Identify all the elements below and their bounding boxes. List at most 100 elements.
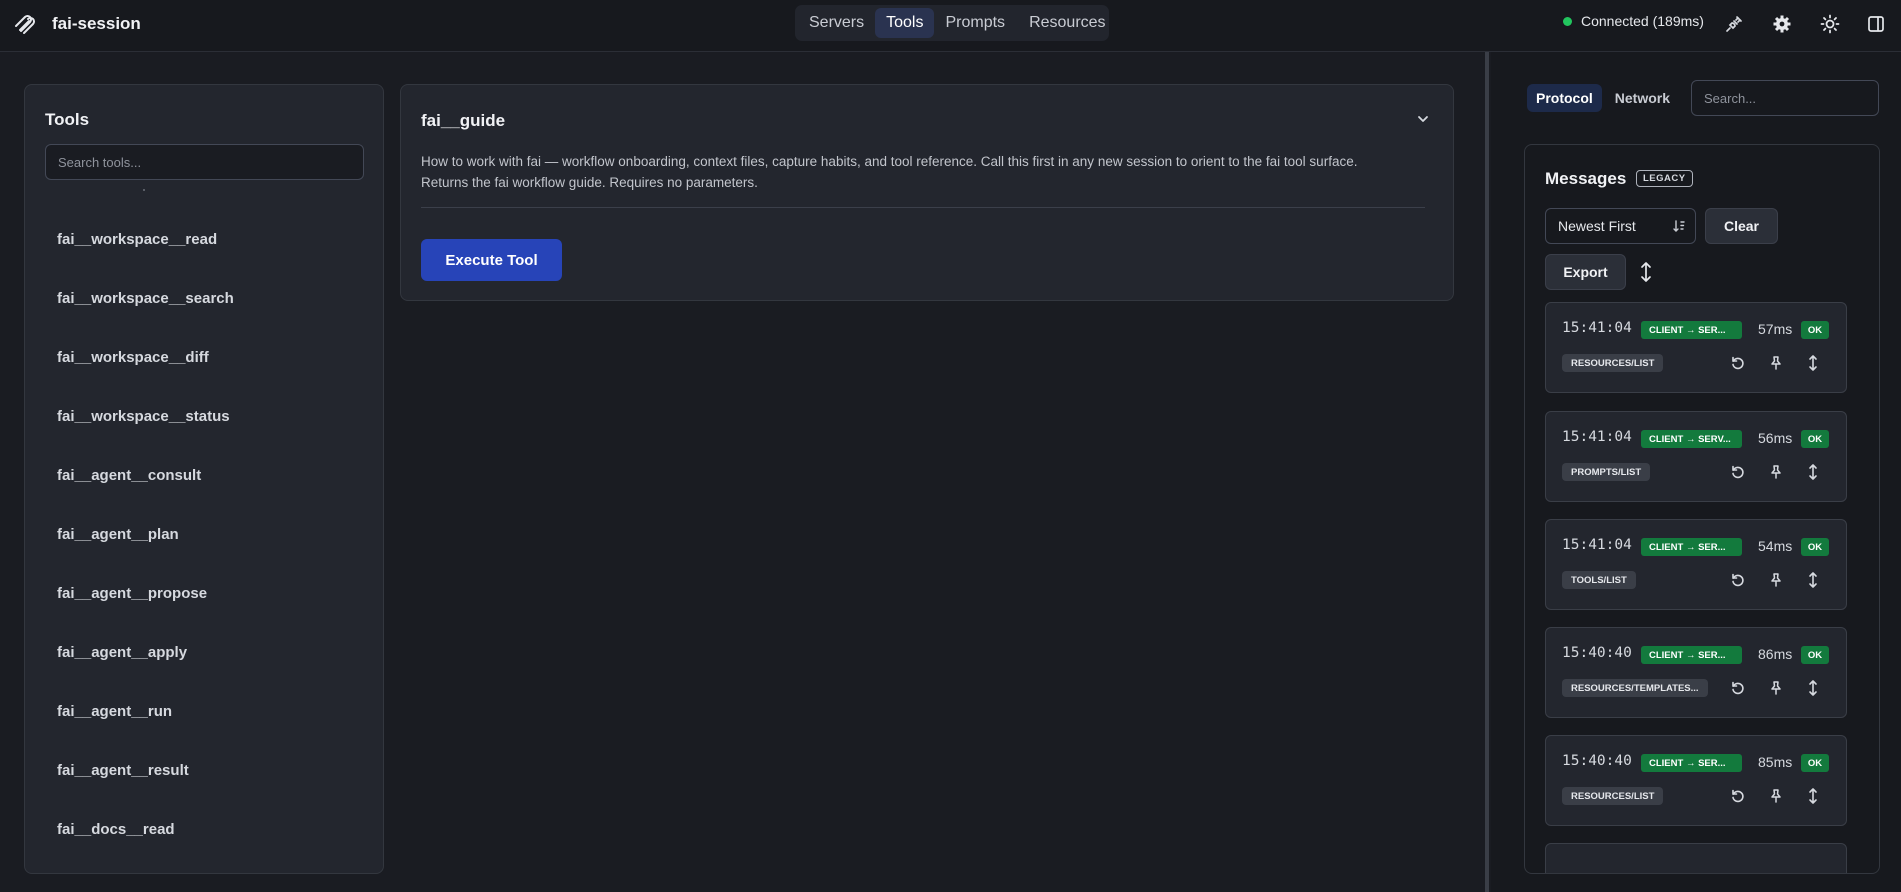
expand-icon[interactable] <box>1804 679 1822 697</box>
message-time: 15:40:40 <box>1562 753 1632 769</box>
sun-icon[interactable] <box>1816 10 1844 38</box>
messages-search-input[interactable] <box>1691 80 1879 116</box>
tab-servers[interactable]: Servers <box>798 8 875 38</box>
sort-icon <box>1673 220 1685 232</box>
messages-title: Messages <box>1545 169 1627 188</box>
sidebar-toggle-icon[interactable] <box>1862 10 1890 38</box>
status-dot <box>1563 16 1572 26</box>
sort-order-select[interactable]: Newest First <box>1545 208 1696 244</box>
message-card[interactable]: 15:40:40 CLIENT → SER... 85ms OK RESOURC… <box>1545 735 1847 826</box>
latency: 86ms <box>1758 646 1793 662</box>
tool-description-line: How to work with fai — workflow onboardi… <box>421 154 1358 169</box>
tab-tools[interactable]: Tools <box>875 8 935 38</box>
legacy-badge: LEGACY <box>1636 170 1693 187</box>
chevron-down-icon[interactable] <box>1415 111 1431 127</box>
pin-icon[interactable] <box>1767 679 1785 697</box>
method-badge: RESOURCES/TEMPLATES... <box>1562 679 1708 697</box>
tab-prompts[interactable]: Prompts <box>934 8 1016 38</box>
replay-icon[interactable] <box>1729 679 1747 697</box>
direction-badge: CLIENT → SER... <box>1641 646 1742 664</box>
message-card-partial[interactable] <box>1545 843 1847 873</box>
messages-panel: Messages LEGACY Newest First Clear Expor… <box>1524 144 1880 874</box>
connection-status: Connected (189ms) <box>1563 13 1704 29</box>
tool-item-agent-apply[interactable]: fai__agent__apply <box>25 623 383 682</box>
replay-icon[interactable] <box>1729 463 1747 481</box>
status-badge: OK <box>1801 430 1829 448</box>
latency: 85ms <box>1758 754 1793 770</box>
paperclip-logo-icon <box>10 9 40 39</box>
tab-resources[interactable]: Resources <box>1018 8 1116 38</box>
tools-panel-title: Tools <box>45 110 90 129</box>
right-panel-tabs: Protocol Network <box>1527 84 1679 112</box>
tool-list: fai__workspace__read fai__workspace__sea… <box>25 210 383 859</box>
tool-description-line: Returns the fai workflow guide. Requires… <box>421 175 758 190</box>
brand: fai-session <box>10 9 141 39</box>
latency: 57ms <box>1758 321 1793 337</box>
pin-icon[interactable] <box>1767 354 1785 372</box>
plug-icon[interactable] <box>1720 10 1748 38</box>
tool-item-docs-read[interactable]: fai__docs__read <box>25 800 383 859</box>
pin-icon[interactable] <box>1767 463 1785 481</box>
direction-badge: CLIENT → SER... <box>1641 538 1742 556</box>
app-name: fai-session <box>52 14 141 33</box>
message-time: 15:41:04 <box>1562 320 1632 336</box>
message-card[interactable]: 15:40:40 CLIENT → SER... 86ms OK RESOURC… <box>1545 627 1847 718</box>
message-card[interactable]: 15:41:04 CLIENT → SER... 54ms OK TOOLS/L… <box>1545 519 1847 610</box>
panel-resize-handle[interactable] <box>1485 52 1489 892</box>
latency: 54ms <box>1758 538 1793 554</box>
method-badge: TOOLS/LIST <box>1562 571 1636 589</box>
tool-item-agent-result[interactable]: fai__agent__result <box>25 741 383 800</box>
message-time: 15:41:04 <box>1562 537 1632 553</box>
expand-icon[interactable] <box>1804 463 1822 481</box>
message-time: 15:41:04 <box>1562 429 1632 445</box>
status-badge: OK <box>1801 321 1829 339</box>
method-badge: RESOURCES/LIST <box>1562 354 1664 372</box>
tab-protocol[interactable]: Protocol <box>1527 84 1602 112</box>
tool-detail-title: fai__guide <box>421 111 506 130</box>
top-bar: fai-session Servers Tools Prompts Resour… <box>0 0 1901 52</box>
tab-network[interactable]: Network <box>1606 84 1679 112</box>
message-time: 15:40:40 <box>1562 645 1632 661</box>
divider <box>421 207 1425 208</box>
export-button[interactable]: Export <box>1545 254 1626 290</box>
tool-item-workspace-search[interactable]: fai__workspace__search <box>25 269 383 328</box>
pin-icon[interactable] <box>1767 571 1785 589</box>
pin-icon[interactable] <box>1767 787 1785 805</box>
message-card[interactable]: 15:41:04 CLIENT → SERV... 56ms OK PROMPT… <box>1545 411 1847 502</box>
tool-item-agent-plan[interactable]: fai__agent__plan <box>25 505 383 564</box>
expand-all-icon[interactable] <box>1637 261 1655 283</box>
main-nav-tabs: Servers Tools Prompts Resources <box>795 5 1109 41</box>
message-card[interactable]: 15:41:04 CLIENT → SER... 57ms OK RESOURC… <box>1545 302 1847 393</box>
connection-status-text: Connected (189ms) <box>1581 13 1704 29</box>
latency: 56ms <box>1758 430 1793 446</box>
expand-icon[interactable] <box>1804 354 1822 372</box>
status-badge: OK <box>1801 754 1829 772</box>
replay-icon[interactable] <box>1729 354 1747 372</box>
direction-badge: CLIENT → SER... <box>1641 754 1742 772</box>
gear-icon[interactable] <box>1768 10 1796 38</box>
tool-description: How to work with fai — workflow onboardi… <box>421 151 1431 193</box>
method-badge: RESOURCES/LIST <box>1562 787 1664 805</box>
clear-button[interactable]: Clear <box>1705 208 1778 244</box>
direction-badge: CLIENT → SER... <box>1641 321 1742 339</box>
sort-order-value: Newest First <box>1558 218 1636 234</box>
execute-tool-button[interactable]: Execute Tool <box>421 239 562 281</box>
tool-item-workspace-read[interactable]: fai__workspace__read <box>25 210 383 269</box>
search-tools-input[interactable] <box>45 144 364 180</box>
tool-item-workspace-status[interactable]: fai__workspace__status <box>25 387 383 446</box>
expand-icon[interactable] <box>1804 787 1822 805</box>
tool-item-agent-consult[interactable]: fai__agent__consult <box>25 446 383 505</box>
tool-item-workspace-diff[interactable]: fai__workspace__diff <box>25 328 383 387</box>
status-badge: OK <box>1801 646 1829 664</box>
replay-icon[interactable] <box>1729 571 1747 589</box>
tool-detail-panel: fai__guide How to work with fai — workfl… <box>400 84 1454 301</box>
replay-icon[interactable] <box>1729 787 1747 805</box>
tools-panel: Tools fai__workspace__read fai__workspac… <box>24 84 384 874</box>
expand-icon[interactable] <box>1804 571 1822 589</box>
status-badge: OK <box>1801 538 1829 556</box>
method-badge: PROMPTS/LIST <box>1562 463 1651 481</box>
list-scroll-indicator <box>143 189 145 191</box>
tool-item-agent-run[interactable]: fai__agent__run <box>25 682 383 741</box>
tool-item-agent-propose[interactable]: fai__agent__propose <box>25 564 383 623</box>
direction-badge: CLIENT → SERV... <box>1641 430 1742 448</box>
